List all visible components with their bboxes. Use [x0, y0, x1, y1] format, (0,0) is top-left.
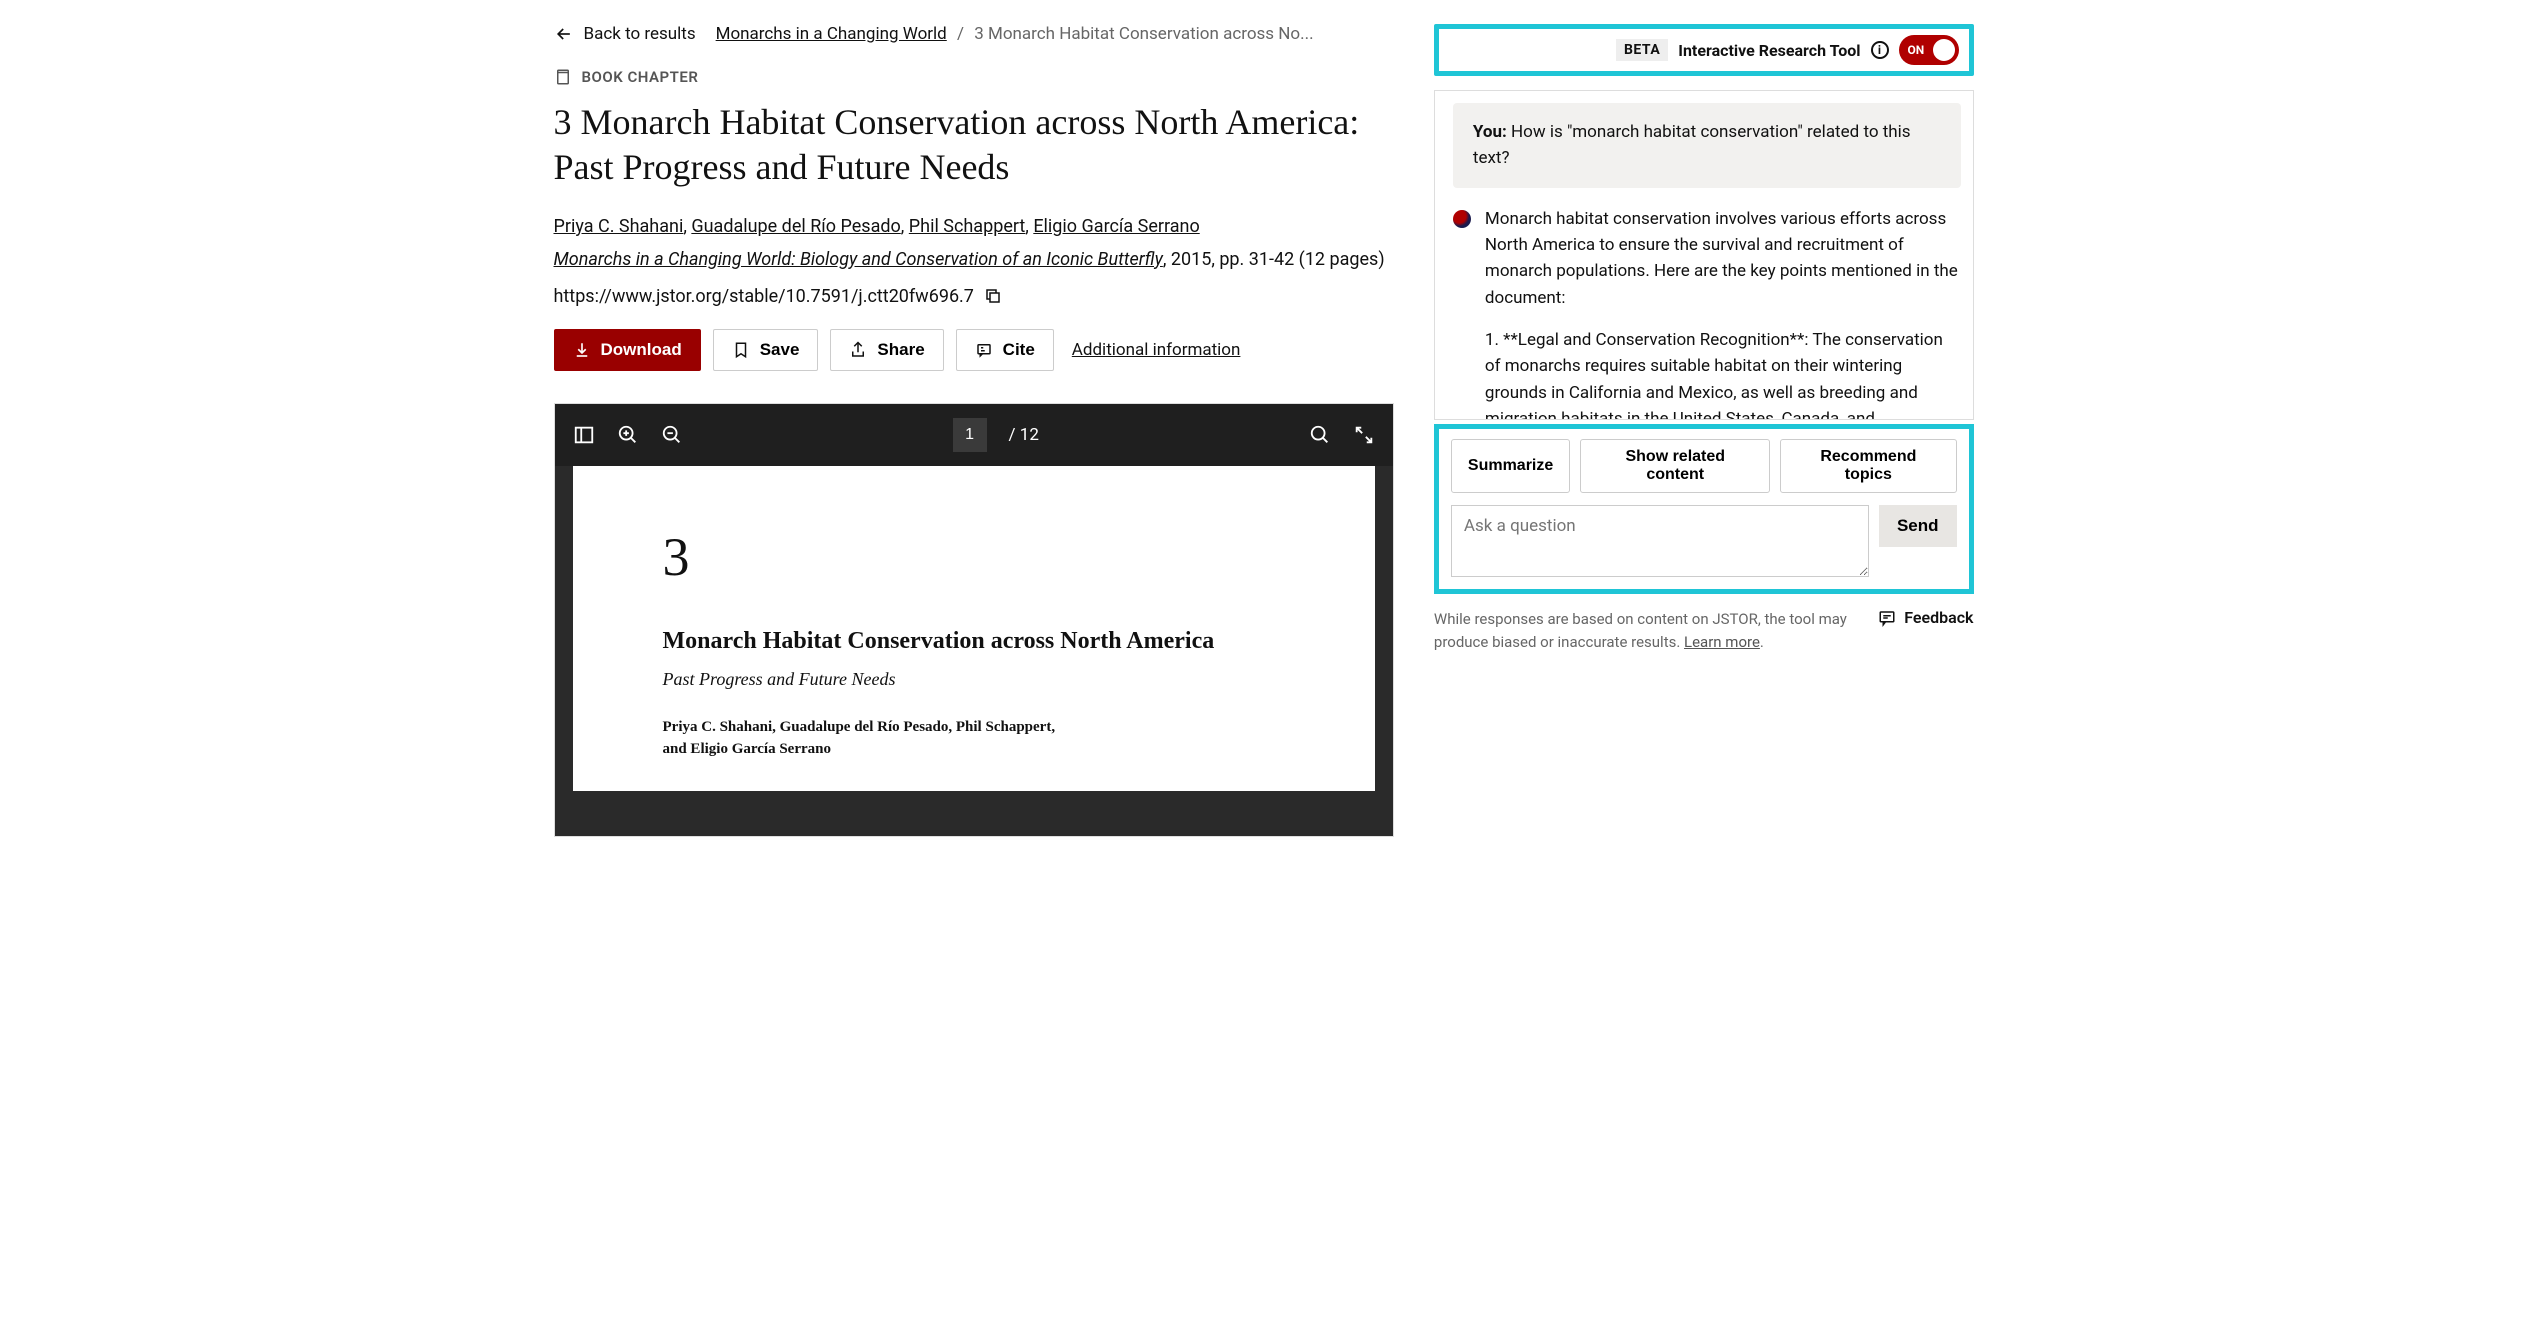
- learn-more-link[interactable]: Learn more: [1684, 633, 1760, 651]
- author-link[interactable]: Guadalupe del Río Pesado: [691, 216, 900, 237]
- back-to-results-link[interactable]: Back to results: [554, 24, 696, 44]
- ai-paragraph: 1. **Legal and Conservation Recognition*…: [1485, 327, 1961, 420]
- zoom-in-icon[interactable]: [617, 424, 639, 446]
- page-total: / 12: [1009, 425, 1039, 445]
- feedback-button[interactable]: Feedback: [1878, 608, 1973, 627]
- chapter-authors: Priya C. Shahani, Guadalupe del Río Pesa…: [663, 716, 1285, 761]
- source-title-link[interactable]: Monarchs in a Changing World: Biology an…: [554, 249, 1163, 270]
- sidebar-toggle-icon[interactable]: [573, 424, 595, 446]
- zoom-out-icon[interactable]: [661, 424, 683, 446]
- share-button[interactable]: Share: [830, 329, 943, 371]
- download-label: Download: [601, 340, 682, 360]
- save-label: Save: [760, 340, 800, 360]
- chat-panel[interactable]: You: How is "monarch habitat conservatio…: [1434, 90, 1974, 420]
- share-icon: [849, 341, 867, 359]
- cite-icon: [975, 341, 993, 359]
- chapter-number: 3: [663, 526, 1285, 588]
- arrow-left-icon: [554, 24, 574, 44]
- save-button[interactable]: Save: [713, 329, 819, 371]
- chat-user-prefix: You:: [1473, 122, 1507, 142]
- send-button[interactable]: Send: [1879, 505, 1957, 547]
- beta-badge: BETA: [1616, 39, 1668, 61]
- ai-avatar-icon: [1453, 210, 1471, 228]
- chapter-title: Monarch Habitat Conservation across Nort…: [663, 628, 1285, 655]
- chat-user-message: You: How is "monarch habitat conservatio…: [1453, 103, 1961, 188]
- download-icon: [573, 341, 591, 359]
- book-icon: [554, 68, 572, 86]
- related-content-chip[interactable]: Show related content: [1580, 439, 1770, 493]
- back-to-results-label: Back to results: [584, 24, 696, 44]
- ai-paragraph: Monarch habitat conservation involves va…: [1485, 206, 1961, 311]
- fullscreen-icon[interactable]: [1353, 424, 1375, 446]
- bookmark-icon: [732, 341, 750, 359]
- source-line: Monarchs in a Changing World: Biology an…: [554, 249, 1394, 270]
- ask-question-input[interactable]: [1451, 505, 1869, 577]
- search-in-doc-icon[interactable]: [1309, 424, 1331, 446]
- download-button[interactable]: Download: [554, 329, 701, 371]
- chat-user-text: How is "monarch habitat conservation" re…: [1473, 122, 1911, 168]
- breadcrumb-separator: /: [957, 24, 964, 44]
- pdf-viewer: / 12 3 Monarch Habitat Conservation acro…: [554, 403, 1394, 837]
- document-type: BOOK CHAPTER: [554, 68, 1394, 86]
- toggle-state: ON: [1908, 43, 1925, 57]
- author-link[interactable]: Eligio García Serrano: [1033, 216, 1199, 237]
- summarize-chip[interactable]: Summarize: [1451, 439, 1570, 493]
- pdf-page: 3 Monarch Habitat Conservation across No…: [573, 466, 1375, 791]
- research-tool-header: BETA Interactive Research Tool i ON: [1434, 24, 1974, 76]
- prompt-box: Summarize Show related content Recommend…: [1434, 424, 1974, 594]
- chapter-subtitle: Past Progress and Future Needs: [663, 669, 1285, 690]
- page-title: 3 Monarch Habitat Conservation across No…: [554, 100, 1394, 190]
- viewer-body[interactable]: 3 Monarch Habitat Conservation across No…: [555, 466, 1393, 836]
- breadcrumb: Monarchs in a Changing World / 3 Monarch…: [716, 24, 1314, 44]
- research-tool-label: Interactive Research Tool: [1678, 41, 1860, 60]
- authors-line: Priya C. Shahani, Guadalupe del Río Pesa…: [554, 212, 1394, 243]
- copy-icon[interactable]: [984, 287, 1002, 305]
- feedback-label: Feedback: [1904, 608, 1973, 627]
- chat-ai-message: Monarch habitat conservation involves va…: [1453, 206, 1961, 420]
- breadcrumb-current: 3 Monarch Habitat Conservation across No…: [974, 24, 1313, 44]
- page-number-input[interactable]: [953, 418, 987, 452]
- feedback-icon: [1878, 609, 1896, 627]
- info-icon[interactable]: i: [1871, 41, 1889, 59]
- viewer-toolbar: / 12: [555, 404, 1393, 466]
- document-type-label: BOOK CHAPTER: [582, 68, 699, 86]
- cite-button[interactable]: Cite: [956, 329, 1054, 371]
- stable-url: https://www.jstor.org/stable/10.7591/j.c…: [554, 286, 974, 307]
- cite-label: Cite: [1003, 340, 1035, 360]
- author-link[interactable]: Phil Schappert: [909, 216, 1026, 237]
- recommend-topics-chip[interactable]: Recommend topics: [1780, 439, 1956, 493]
- author-link[interactable]: Priya C. Shahani: [554, 216, 684, 237]
- breadcrumb-parent[interactable]: Monarchs in a Changing World: [716, 24, 947, 44]
- toggle-knob: [1933, 39, 1955, 61]
- additional-information-link[interactable]: Additional information: [1072, 340, 1241, 360]
- source-meta: , 2015, pp. 31-42 (12 pages): [1163, 249, 1385, 270]
- tool-toggle[interactable]: ON: [1899, 35, 1959, 65]
- share-label: Share: [877, 340, 924, 360]
- disclaimer-text: While responses are based on content on …: [1434, 608, 1854, 653]
